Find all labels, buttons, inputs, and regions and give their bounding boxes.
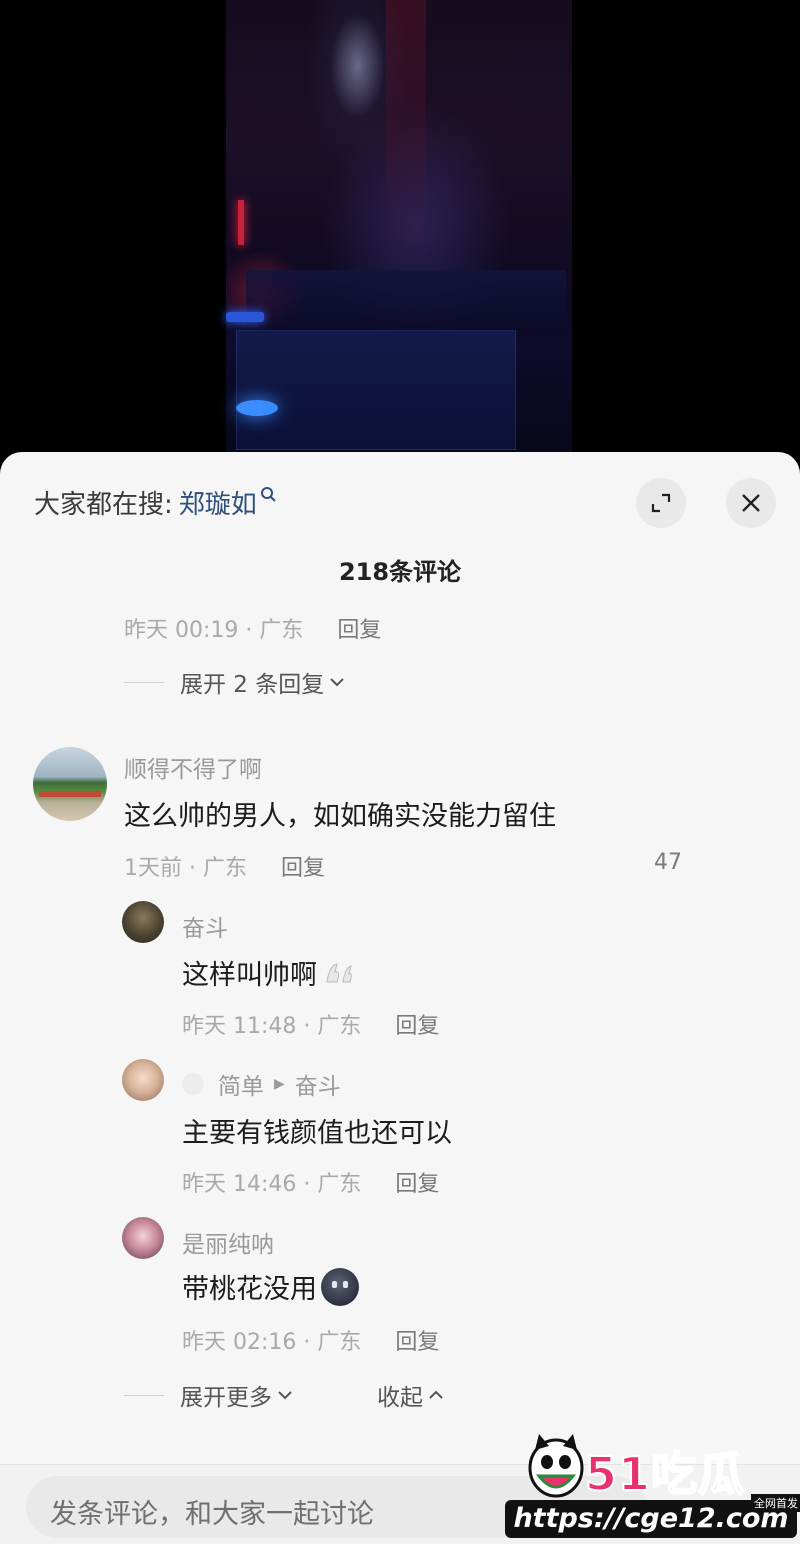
face-emoji-icon <box>321 1267 359 1306</box>
chevron-up-icon <box>429 1390 443 1399</box>
reply-time: 昨天 02:16 · 广东 <box>182 1330 362 1355</box>
reply-target-username: 奋斗 <box>294 1074 341 1100</box>
watermark: 51吃瓜 https://cge12.com 全网首发 <box>505 1428 800 1540</box>
expand-icon <box>651 493 671 513</box>
reply-username-row[interactable]: 简单 ▶ 奋斗 <box>182 1067 341 1101</box>
expand-more-button[interactable]: 展开更多 <box>124 1378 294 1412</box>
reply-username: 简单 <box>218 1074 264 1100</box>
reply-time: 昨天 14:46 · 广东 <box>182 1172 362 1197</box>
video-frame <box>226 0 572 470</box>
video-red-light <box>238 200 244 245</box>
watermelon-mascot-icon <box>528 1434 584 1498</box>
prev-reply-button[interactable]: 回复 <box>337 618 381 643</box>
sweat-emoji-icon <box>326 962 352 982</box>
expand-more-label: 展开更多 <box>180 1385 272 1411</box>
comment-time: 1天前 · 广东 <box>124 856 247 881</box>
expand-replies-label: 展开 2 条回复 <box>180 672 325 698</box>
collapse-button[interactable]: 收起 <box>377 1378 445 1412</box>
divider <box>124 681 164 683</box>
reply-text: 主要有钱颜值也还可以 <box>182 1118 452 1149</box>
chevron-down-icon <box>278 1391 292 1400</box>
video-blue-light <box>226 312 264 322</box>
reply-button[interactable]: 回复 <box>395 1014 439 1039</box>
expand-button[interactable] <box>636 478 686 528</box>
video-screen <box>236 330 516 450</box>
avatar[interactable] <box>122 1217 164 1259</box>
reply-meta: 昨天 14:46 · 广东 回复 <box>182 1166 439 1198</box>
video-light-beam <box>386 0 426 250</box>
prev-comment-meta: 昨天 00:19 · 广东 回复 <box>124 612 381 644</box>
comment-text: 这么帅的男人，如如确实没能力留住 <box>124 801 556 832</box>
video-blue-dot <box>236 400 278 416</box>
reply-meta: 昨天 11:48 · 广东 回复 <box>182 1008 439 1040</box>
video-player[interactable] <box>0 0 800 470</box>
chevron-down-icon <box>330 678 344 687</box>
reply-button[interactable]: 回复 <box>281 856 325 881</box>
search-term-link[interactable]: 郑璇如 <box>179 484 257 521</box>
collapse-label: 收起 <box>377 1385 423 1411</box>
comment-input-placeholder[interactable]: 发条评论，和大家一起讨论 <box>50 1492 374 1531</box>
comment-count-title: 218条评论 <box>338 558 462 586</box>
like-count[interactable]: 47 <box>654 850 682 875</box>
comment-meta: 1天前 · 广东 回复 <box>124 850 325 882</box>
reply-time: 昨天 11:48 · 广东 <box>182 1014 362 1039</box>
reply-text-content: 带桃花没用 <box>182 1274 317 1305</box>
reply-button[interactable]: 回复 <box>395 1330 439 1355</box>
user-badge-icon <box>182 1073 204 1095</box>
video-bar-counter <box>246 270 566 330</box>
avatar[interactable] <box>33 747 107 821</box>
divider <box>124 1394 164 1396</box>
avatar[interactable] <box>122 901 164 943</box>
watermark-brand: 51吃瓜 <box>584 1446 746 1502</box>
reply-arrow-icon: ▶ <box>274 1076 285 1092</box>
avatar[interactable] <box>122 1059 164 1101</box>
search-icon <box>260 487 276 502</box>
close-icon <box>742 494 760 512</box>
comment-sheet: 大家都在搜: 郑璇如 218条评论 昨天 00:19 · 广东 回复 展开 2 条… <box>0 452 800 1544</box>
watermark-tag: 全网首发 <box>751 1494 800 1512</box>
reply-button[interactable]: 回复 <box>395 1172 439 1197</box>
search-suggestion[interactable]: 大家都在搜: 郑璇如 <box>34 482 279 522</box>
reply-meta: 昨天 02:16 · 广东 回复 <box>182 1324 439 1356</box>
reply-username[interactable]: 是丽纯呐 <box>182 1225 274 1259</box>
reply-username[interactable]: 奋斗 <box>182 909 228 943</box>
reply-text: 带桃花没用 <box>182 1267 359 1306</box>
expand-replies-button[interactable]: 展开 2 条回复 <box>124 665 346 699</box>
reply-text: 这样叫帅啊 <box>182 953 355 992</box>
prev-comment-time: 昨天 00:19 · 广东 <box>124 618 304 643</box>
reply-text-content: 这样叫帅啊 <box>182 960 317 991</box>
close-button[interactable] <box>726 478 776 528</box>
comment-username[interactable]: 顺得不得了啊 <box>124 750 262 784</box>
search-prefix: 大家都在搜: <box>34 489 173 520</box>
